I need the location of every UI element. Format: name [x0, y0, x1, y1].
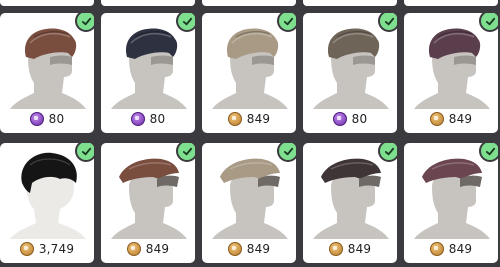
price-tag: 849 — [404, 242, 498, 256]
hairstyle-card[interactable]: 80 — [101, 13, 195, 133]
owned-check-icon — [75, 143, 94, 162]
owned-check-icon — [75, 13, 94, 32]
price-tag: 80 — [101, 112, 195, 126]
price-tag: 849 — [202, 112, 296, 126]
price-value: 849 — [347, 242, 372, 256]
hairstyle-card[interactable]: 80 — [303, 13, 397, 133]
price-value: 80 — [351, 112, 368, 126]
owned-check-icon — [176, 143, 195, 162]
hairstyle-card[interactable]: 849 — [404, 143, 498, 263]
hairstyle-card[interactable]: 3,749 — [0, 143, 94, 263]
price-tag: 3,749 — [0, 242, 94, 256]
prev-row-card-edge — [202, 0, 296, 6]
gold-coin-icon — [429, 242, 444, 256]
price-tag: 80 — [0, 112, 94, 126]
owned-check-icon — [479, 13, 498, 32]
prev-row-card-edge — [101, 0, 195, 6]
gold-coin-icon — [126, 242, 141, 256]
price-value: 80 — [48, 112, 65, 126]
premium-gem-icon — [332, 112, 347, 126]
gold-coin-icon — [328, 242, 343, 256]
price-value: 80 — [149, 112, 166, 126]
price-tag: 849 — [404, 112, 498, 126]
price-tag: 849 — [101, 242, 195, 256]
gold-coin-icon — [429, 112, 444, 126]
prev-row-card-edge — [404, 0, 498, 6]
price-tag: 80 — [303, 112, 397, 126]
hairstyle-card[interactable]: 849 — [101, 143, 195, 263]
gold-coin-icon — [19, 242, 34, 256]
owned-check-icon — [479, 143, 498, 162]
price-value: 3,749 — [38, 242, 75, 256]
gold-coin-icon — [227, 242, 242, 256]
owned-check-icon — [277, 143, 296, 162]
price-value: 849 — [145, 242, 170, 256]
gold-coin-icon — [227, 112, 242, 126]
hairstyle-card[interactable]: 849 — [202, 13, 296, 133]
price-value: 849 — [246, 112, 271, 126]
hairstyle-card[interactable]: 849 — [202, 143, 296, 263]
price-value: 849 — [448, 242, 473, 256]
prev-row-card-edge — [303, 0, 397, 6]
price-value: 849 — [246, 242, 271, 256]
hairstyle-card[interactable]: 849 — [303, 143, 397, 263]
owned-check-icon — [176, 13, 195, 32]
hairstyle-card[interactable]: 849 — [404, 13, 498, 133]
prev-row-card-edge — [0, 0, 94, 6]
price-tag: 849 — [202, 242, 296, 256]
hairstyle-card[interactable]: 80 — [0, 13, 94, 133]
price-value: 849 — [448, 112, 473, 126]
price-tag: 849 — [303, 242, 397, 256]
owned-check-icon — [277, 13, 296, 32]
owned-check-icon — [378, 13, 397, 32]
owned-check-icon — [378, 143, 397, 162]
premium-gem-icon — [130, 112, 145, 126]
premium-gem-icon — [29, 112, 44, 126]
